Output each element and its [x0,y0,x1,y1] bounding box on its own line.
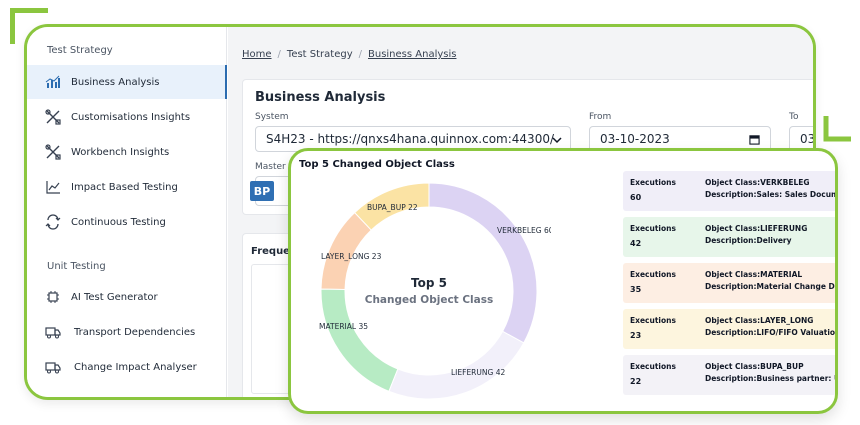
tools-icon [45,109,61,125]
object-class-text: Object Class:VERKBELEG [705,178,810,187]
sidebar: Test Strategy Business Analysis Customis… [27,27,227,397]
sidebar-section-test-strategy: Test Strategy [47,45,113,56]
executions-label: Executions [630,224,676,233]
breadcrumb-home-link[interactable]: Home [242,49,272,60]
truck-icon [45,327,61,339]
bar-chart-icon [45,75,60,88]
to-label: To [789,112,799,122]
donut-slice-verkbeleg[interactable] [428,182,538,344]
breadcrumb-separator: / [277,49,281,60]
list-item: Executions 60 Object Class:VERKBELEG Descri… [623,171,835,211]
object-class-text: Object Class:BUPA_BUP [705,362,804,371]
truck-icon [45,362,61,374]
sidebar-section-unit-testing: Unit Testing [47,261,106,272]
sidebar-item-label: Workbench Insights [71,146,170,158]
top5-changed-object-class-card: Top 5 Changed Object Class Top 5 Changed… [288,148,838,414]
slice-label: LAYER_LONG 23 [321,252,382,261]
object-description-text: Description:Business partner: Use o [705,374,835,383]
breadcrumb-current-link[interactable]: Business Analysis [368,49,456,60]
corner-accent [823,116,851,142]
slice-label: MATERIAL 35 [319,322,368,331]
refresh-icon [45,214,61,230]
executions-label: Executions [630,270,676,279]
list-item: Executions 42 Object Class:LIEFERUNG Descri… [623,217,835,257]
frequent-chart-area [251,264,291,394]
from-label: From [589,112,612,122]
executions-value: 35 [630,285,642,294]
sidebar-item-label: Transport Dependencies [74,326,196,338]
object-class-text: Object Class:LAYER_LONG [705,316,814,325]
sidebar-item-label: Business Analysis [71,76,160,88]
list-item: Executions 23 Object Class:LAYER_LONG Descr… [623,309,838,349]
executions-value: 23 [630,331,642,340]
sidebar-item-label: Customisations Insights [71,111,191,123]
sidebar-item-business-analysis[interactable]: Business Analysis [27,65,227,99]
donut-slice-lieferung[interactable] [388,330,525,400]
donut-chart: Top 5 Changed Object Class VERKBELEG 60 L… [319,182,551,400]
breadcrumb-separator: / [358,49,362,60]
executions-label: Executions [630,178,676,187]
sidebar-item-label: Impact Based Testing [71,181,178,193]
bp-chip[interactable]: BP [250,181,274,201]
list-item: Executions 35 Object Class:MATERIAL Descrip… [623,263,835,303]
tools-icon [45,144,61,160]
sidebar-item-ai-test-generator[interactable]: AI Test Generator [27,280,227,314]
breadcrumb-test-strategy: Test Strategy [286,49,353,60]
sidebar-item-label: Continuous Testing [71,216,166,228]
system-select-value: S4H23 - https://qnxs4hana.quinnox.com:44… [266,132,555,146]
executions-label: Executions [630,362,676,371]
object-description-text: Description:Material Change Docum [705,282,835,291]
chip-icon [47,291,59,303]
sidebar-item-customisations-insights[interactable]: Customisations Insights [27,100,227,134]
chart-title: Top 5 Changed Object Class [299,159,455,170]
object-description-text: Description:Sales: Sales Document [705,190,835,199]
executions-value: 22 [630,377,642,386]
page-title: Business Analysis [255,90,386,105]
line-chart-icon [46,181,60,194]
slice-label: LIEFERUNG 42 [451,368,505,377]
sidebar-item-workbench-insights[interactable]: Workbench Insights [27,135,227,169]
sidebar-item-impact-based-testing[interactable]: Impact Based Testing [27,170,227,204]
object-class-text: Object Class:MATERIAL [705,270,803,279]
list-item: Executions 22 Object Class:BUPA_BUP Descrip… [623,355,835,395]
system-label: System [255,112,289,122]
executions-value: 42 [630,239,642,248]
sidebar-item-label: AI Test Generator [71,291,158,303]
to-date-value: 03 [800,132,816,146]
donut-center-title: Top 5 [411,276,447,290]
object-description-text: Description:LIFO/FIFO Valuation for l [705,328,838,337]
sidebar-item-label: Change Impact Analyser [74,361,197,373]
executions-value: 60 [630,193,642,202]
object-description-text: Description:Delivery [705,236,792,245]
object-class-text: Object Class:LIEFERUNG [705,224,808,233]
sidebar-item-transport-dependencies[interactable]: Transport Dependencies [27,315,227,349]
from-date-value: 03-10-2023 [600,132,670,146]
sidebar-item-change-impact-analyser[interactable]: Change Impact Analyser [27,350,227,384]
donut-center-subtitle: Changed Object Class [365,294,494,306]
breadcrumb: Home / Test Strategy / Business Analysis [242,49,456,60]
slice-label: BUPA_BUP 22 [367,203,418,212]
sidebar-item-continuous-testing[interactable]: Continuous Testing [27,205,227,239]
chevron-down-icon [552,137,562,144]
executions-label: Executions [630,316,676,325]
slice-label: VERKBELEG 60 [497,226,551,235]
calendar-icon[interactable] [749,134,760,145]
